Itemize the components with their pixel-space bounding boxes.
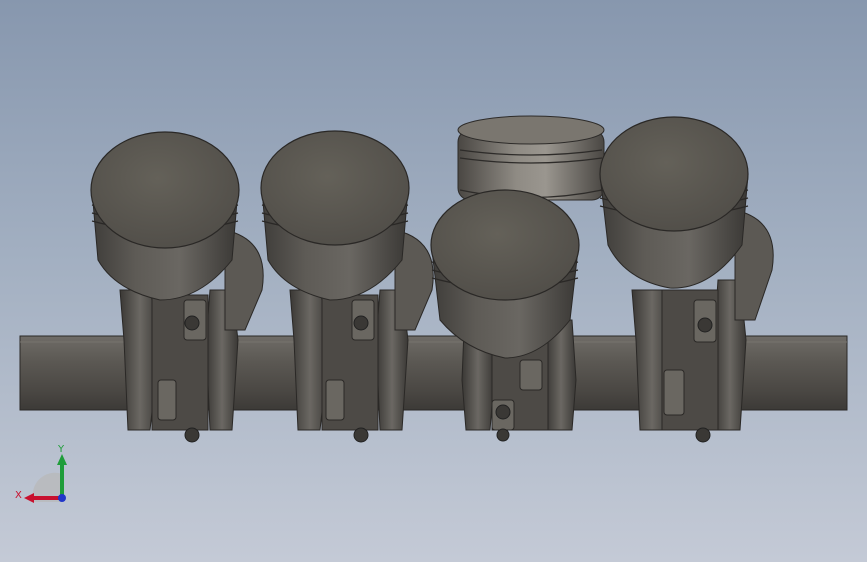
x-axis-label: X [15,490,22,501]
graphics-viewport[interactable]: Y X [0,0,867,562]
y-axis-label: Y [57,444,65,455]
z-axis-dot-icon [58,494,66,502]
piston-back[interactable] [457,115,605,201]
orientation-triad[interactable]: Y X [12,440,82,510]
3d-model-view[interactable] [0,0,867,562]
y-axis-arrow-icon [57,454,67,465]
x-axis-arrow-icon [24,493,34,503]
